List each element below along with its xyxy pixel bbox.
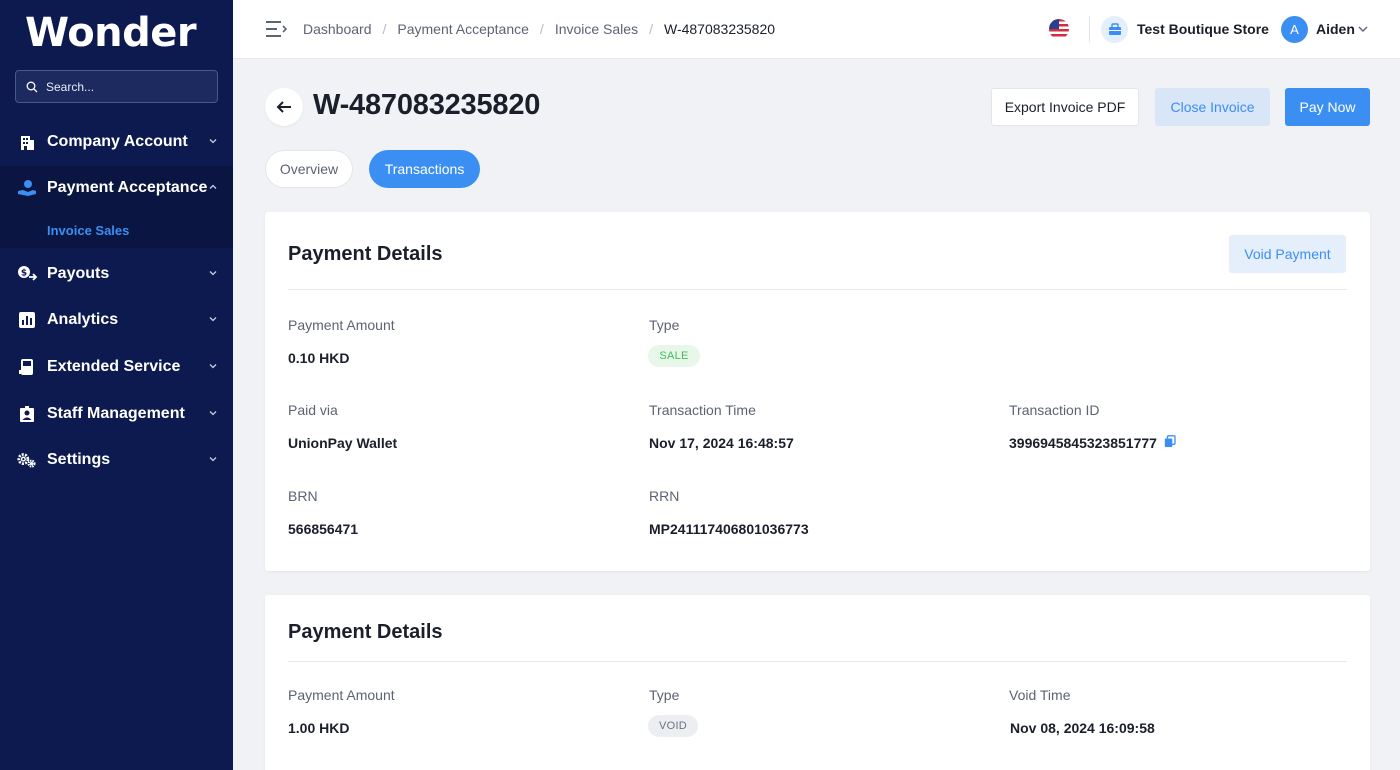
- payment-amount-label: Payment Amount: [288, 687, 395, 703]
- pay-now-button[interactable]: Pay Now: [1285, 88, 1370, 126]
- paid-via-value: UnionPay Wallet: [288, 435, 398, 451]
- tab-overview[interactable]: Overview: [265, 150, 353, 188]
- rrn-label: RRN: [649, 488, 680, 504]
- sidebar-item-label: Analytics: [47, 311, 119, 328]
- copy-icon[interactable]: [1164, 435, 1176, 448]
- sidebar-item-payment-acceptance[interactable]: Payment Acceptance: [0, 168, 233, 208]
- payment-amount-label: Payment Amount: [288, 317, 395, 333]
- chevron-up-icon: [209, 184, 217, 189]
- breadcrumb-separator: /: [649, 21, 653, 37]
- chevron-down-icon: [209, 364, 217, 369]
- pos-terminal-icon: [17, 357, 37, 377]
- store-switcher[interactable]: Test Boutique Store: [1137, 21, 1269, 37]
- payment-amount-value: 1.00 HKD: [288, 720, 350, 736]
- chevron-down-icon: [209, 271, 217, 276]
- tab-transactions[interactable]: Transactions: [369, 150, 480, 188]
- brn-value: 566856471: [288, 521, 359, 537]
- card-divider: [288, 289, 1347, 290]
- search-icon: [26, 81, 38, 92]
- breadcrumb-dashboard[interactable]: Dashboard: [303, 21, 372, 37]
- transaction-id-value: 3996945845323851777: [1009, 435, 1157, 451]
- void-time-label: Void Time: [1009, 687, 1071, 703]
- type-label: Type: [649, 687, 680, 703]
- arrow-left-icon: [276, 101, 291, 113]
- status-badge: VOID: [648, 715, 698, 737]
- paid-via-label: Paid via: [288, 402, 338, 418]
- sidebar-item-extended-service[interactable]: Extended Service: [0, 347, 233, 387]
- chevron-down-icon[interactable]: [1357, 24, 1369, 34]
- sidebar-item-staff-management[interactable]: Staff Management: [0, 394, 233, 434]
- search-input[interactable]: [46, 79, 206, 94]
- type-label: Type: [649, 317, 680, 333]
- wonder-logo[interactable]: Wonder: [25, 10, 197, 56]
- card-title: Payment Details: [288, 243, 443, 265]
- export-invoice-pdf-button[interactable]: Export Invoice PDF: [991, 88, 1139, 126]
- card-divider: [288, 661, 1347, 662]
- sidebar-item-settings[interactable]: Settings: [0, 440, 233, 480]
- us-flag-icon[interactable]: [1049, 19, 1069, 39]
- sidebar-search[interactable]: [15, 70, 218, 103]
- status-badge: SALE: [648, 345, 700, 367]
- breadcrumb-separator: /: [539, 21, 544, 37]
- transaction-time-label: Transaction Time: [649, 402, 756, 418]
- void-payment-details-card: Payment Details Payment Amount 1.00 HKD …: [265, 595, 1370, 770]
- void-payment-button[interactable]: Void Payment: [1229, 235, 1346, 273]
- transaction-time-value: Nov 17, 2024 16:48:57: [649, 435, 794, 451]
- breadcrumb-payment-acceptance[interactable]: Payment Acceptance: [397, 21, 529, 37]
- sidebar-item-company-account[interactable]: Company Account: [0, 122, 233, 162]
- sidebar-item-payouts[interactable]: $ Payouts: [0, 254, 233, 294]
- money-out-icon: $: [17, 264, 37, 284]
- chevron-down-icon: [209, 411, 217, 416]
- chevron-down-icon: [209, 317, 217, 322]
- sidebar-item-label: Payouts: [47, 265, 110, 282]
- chevron-down-icon: [209, 139, 217, 144]
- sidebar-item-label: Staff Management: [47, 405, 185, 422]
- card-title: Payment Details: [288, 621, 443, 643]
- building-icon: [17, 132, 37, 152]
- menu-collapse-icon[interactable]: [265, 19, 287, 39]
- back-button[interactable]: [265, 88, 303, 126]
- sidebar-item-label: Company Account: [47, 133, 188, 150]
- breadcrumb: Dashboard / Payment Acceptance / Invoice…: [303, 21, 775, 37]
- sidebar-item-label: Extended Service: [47, 358, 181, 375]
- rrn-value: MP241117406801036773: [649, 521, 809, 537]
- sidebar-item-label: Settings: [47, 451, 111, 468]
- hand-coin-icon: [17, 178, 37, 198]
- transaction-id-label: Transaction ID: [1009, 402, 1100, 418]
- store-icon: [1101, 16, 1128, 43]
- topbar-divider: [1089, 16, 1090, 42]
- staff-icon: [17, 404, 37, 424]
- payment-details-card: Payment Details Void Payment Payment Amo…: [265, 212, 1370, 571]
- avatar[interactable]: A: [1281, 16, 1308, 43]
- bar-chart-icon: [17, 310, 37, 330]
- close-invoice-button[interactable]: Close Invoice: [1155, 88, 1270, 126]
- breadcrumb-separator: /: [382, 21, 387, 37]
- gears-icon: [17, 450, 37, 470]
- sidebar-item-label: Payment Acceptance: [47, 179, 208, 196]
- void-time-value: Nov 08, 2024 16:09:58: [1010, 720, 1155, 736]
- sidebar-subitem-invoice-sales[interactable]: Invoice Sales: [47, 223, 129, 238]
- svg-text:$: $: [21, 269, 27, 279]
- user-name[interactable]: Aiden: [1316, 21, 1355, 37]
- page-title: W-487083235820: [313, 89, 541, 121]
- breadcrumb-current: W-487083235820: [663, 21, 776, 37]
- brn-label: BRN: [288, 488, 318, 504]
- sidebar: Wonder Company Account Payment Acceptanc…: [0, 0, 233, 770]
- sidebar-item-analytics[interactable]: Analytics: [0, 300, 233, 340]
- payment-amount-value: 0.10 HKD: [288, 350, 350, 366]
- topbar: Dashboard / Payment Acceptance / Invoice…: [233, 0, 1400, 59]
- chevron-down-icon: [209, 457, 217, 462]
- breadcrumb-invoice-sales[interactable]: Invoice Sales: [555, 21, 638, 37]
